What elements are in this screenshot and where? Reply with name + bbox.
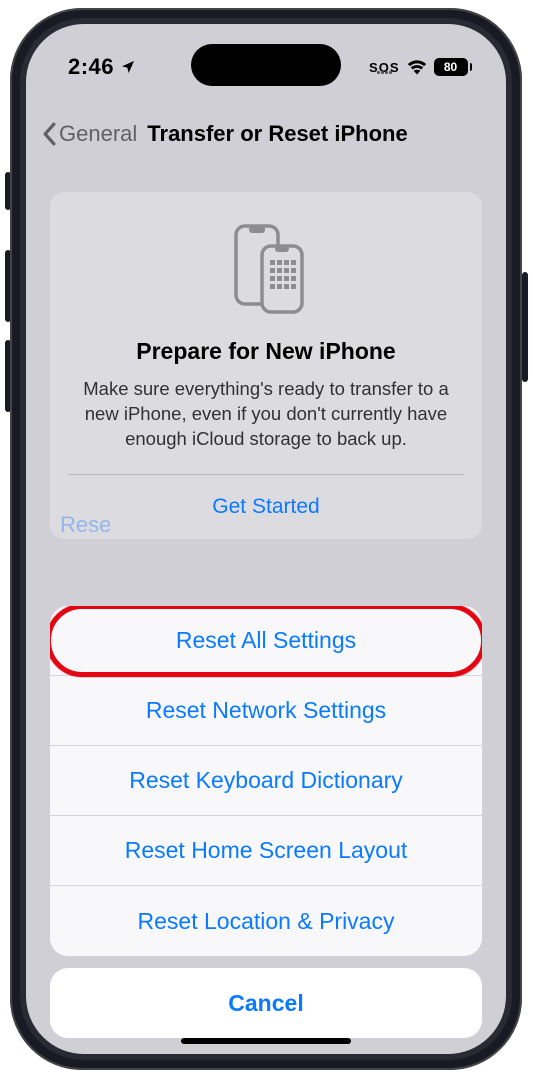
- location-icon: [120, 59, 136, 75]
- prepare-title: Prepare for New iPhone: [68, 338, 464, 365]
- phone-frame: 2:46 SOS 80: [10, 8, 522, 1070]
- prepare-description: Make sure everything's ready to transfer…: [68, 377, 464, 474]
- reset-home-screen-layout-button[interactable]: Reset Home Screen Layout: [50, 816, 482, 886]
- devices-icon: [68, 218, 464, 318]
- power-button: [522, 272, 528, 382]
- screen: 2:46 SOS 80: [26, 24, 506, 1054]
- reset-network-settings-button[interactable]: Reset Network Settings: [50, 676, 482, 746]
- sheet-item-label: Reset Location & Privacy: [138, 908, 395, 935]
- status-time: 2:46: [68, 54, 114, 80]
- reset-all-settings-button[interactable]: Reset All Settings: [50, 606, 482, 676]
- reset-row[interactable]: Reset: [60, 512, 110, 538]
- back-label: General: [59, 121, 137, 147]
- cellular-dots-icon: [377, 71, 392, 74]
- cancel-button[interactable]: Cancel: [50, 968, 482, 1038]
- back-button[interactable]: General: [42, 121, 137, 147]
- sheet-item-label: Reset Network Settings: [146, 697, 386, 724]
- status-bar: 2:46 SOS 80: [26, 24, 506, 92]
- battery-percentage: 80: [444, 60, 457, 74]
- sheet-item-label: Reset Keyboard Dictionary: [129, 767, 403, 794]
- reset-keyboard-dictionary-button[interactable]: Reset Keyboard Dictionary: [50, 746, 482, 816]
- reset-location-privacy-button[interactable]: Reset Location & Privacy: [50, 886, 482, 956]
- wifi-icon: [407, 59, 427, 75]
- reset-options-group: Reset All Settings Reset Network Setting…: [50, 606, 482, 956]
- sheet-item-label: Reset All Settings: [176, 627, 356, 654]
- battery-icon: 80: [434, 58, 473, 76]
- home-indicator[interactable]: [181, 1038, 351, 1044]
- action-sheet: Reset All Settings Reset Network Setting…: [50, 606, 482, 1038]
- get-started-button[interactable]: Get Started: [68, 475, 464, 539]
- sheet-item-label: Reset Home Screen Layout: [125, 837, 408, 864]
- page-title: Transfer or Reset iPhone: [147, 121, 407, 147]
- chevron-left-icon: [42, 122, 57, 146]
- navigation-bar: General Transfer or Reset iPhone: [26, 110, 506, 158]
- prepare-card: Prepare for New iPhone Make sure everyth…: [50, 192, 482, 539]
